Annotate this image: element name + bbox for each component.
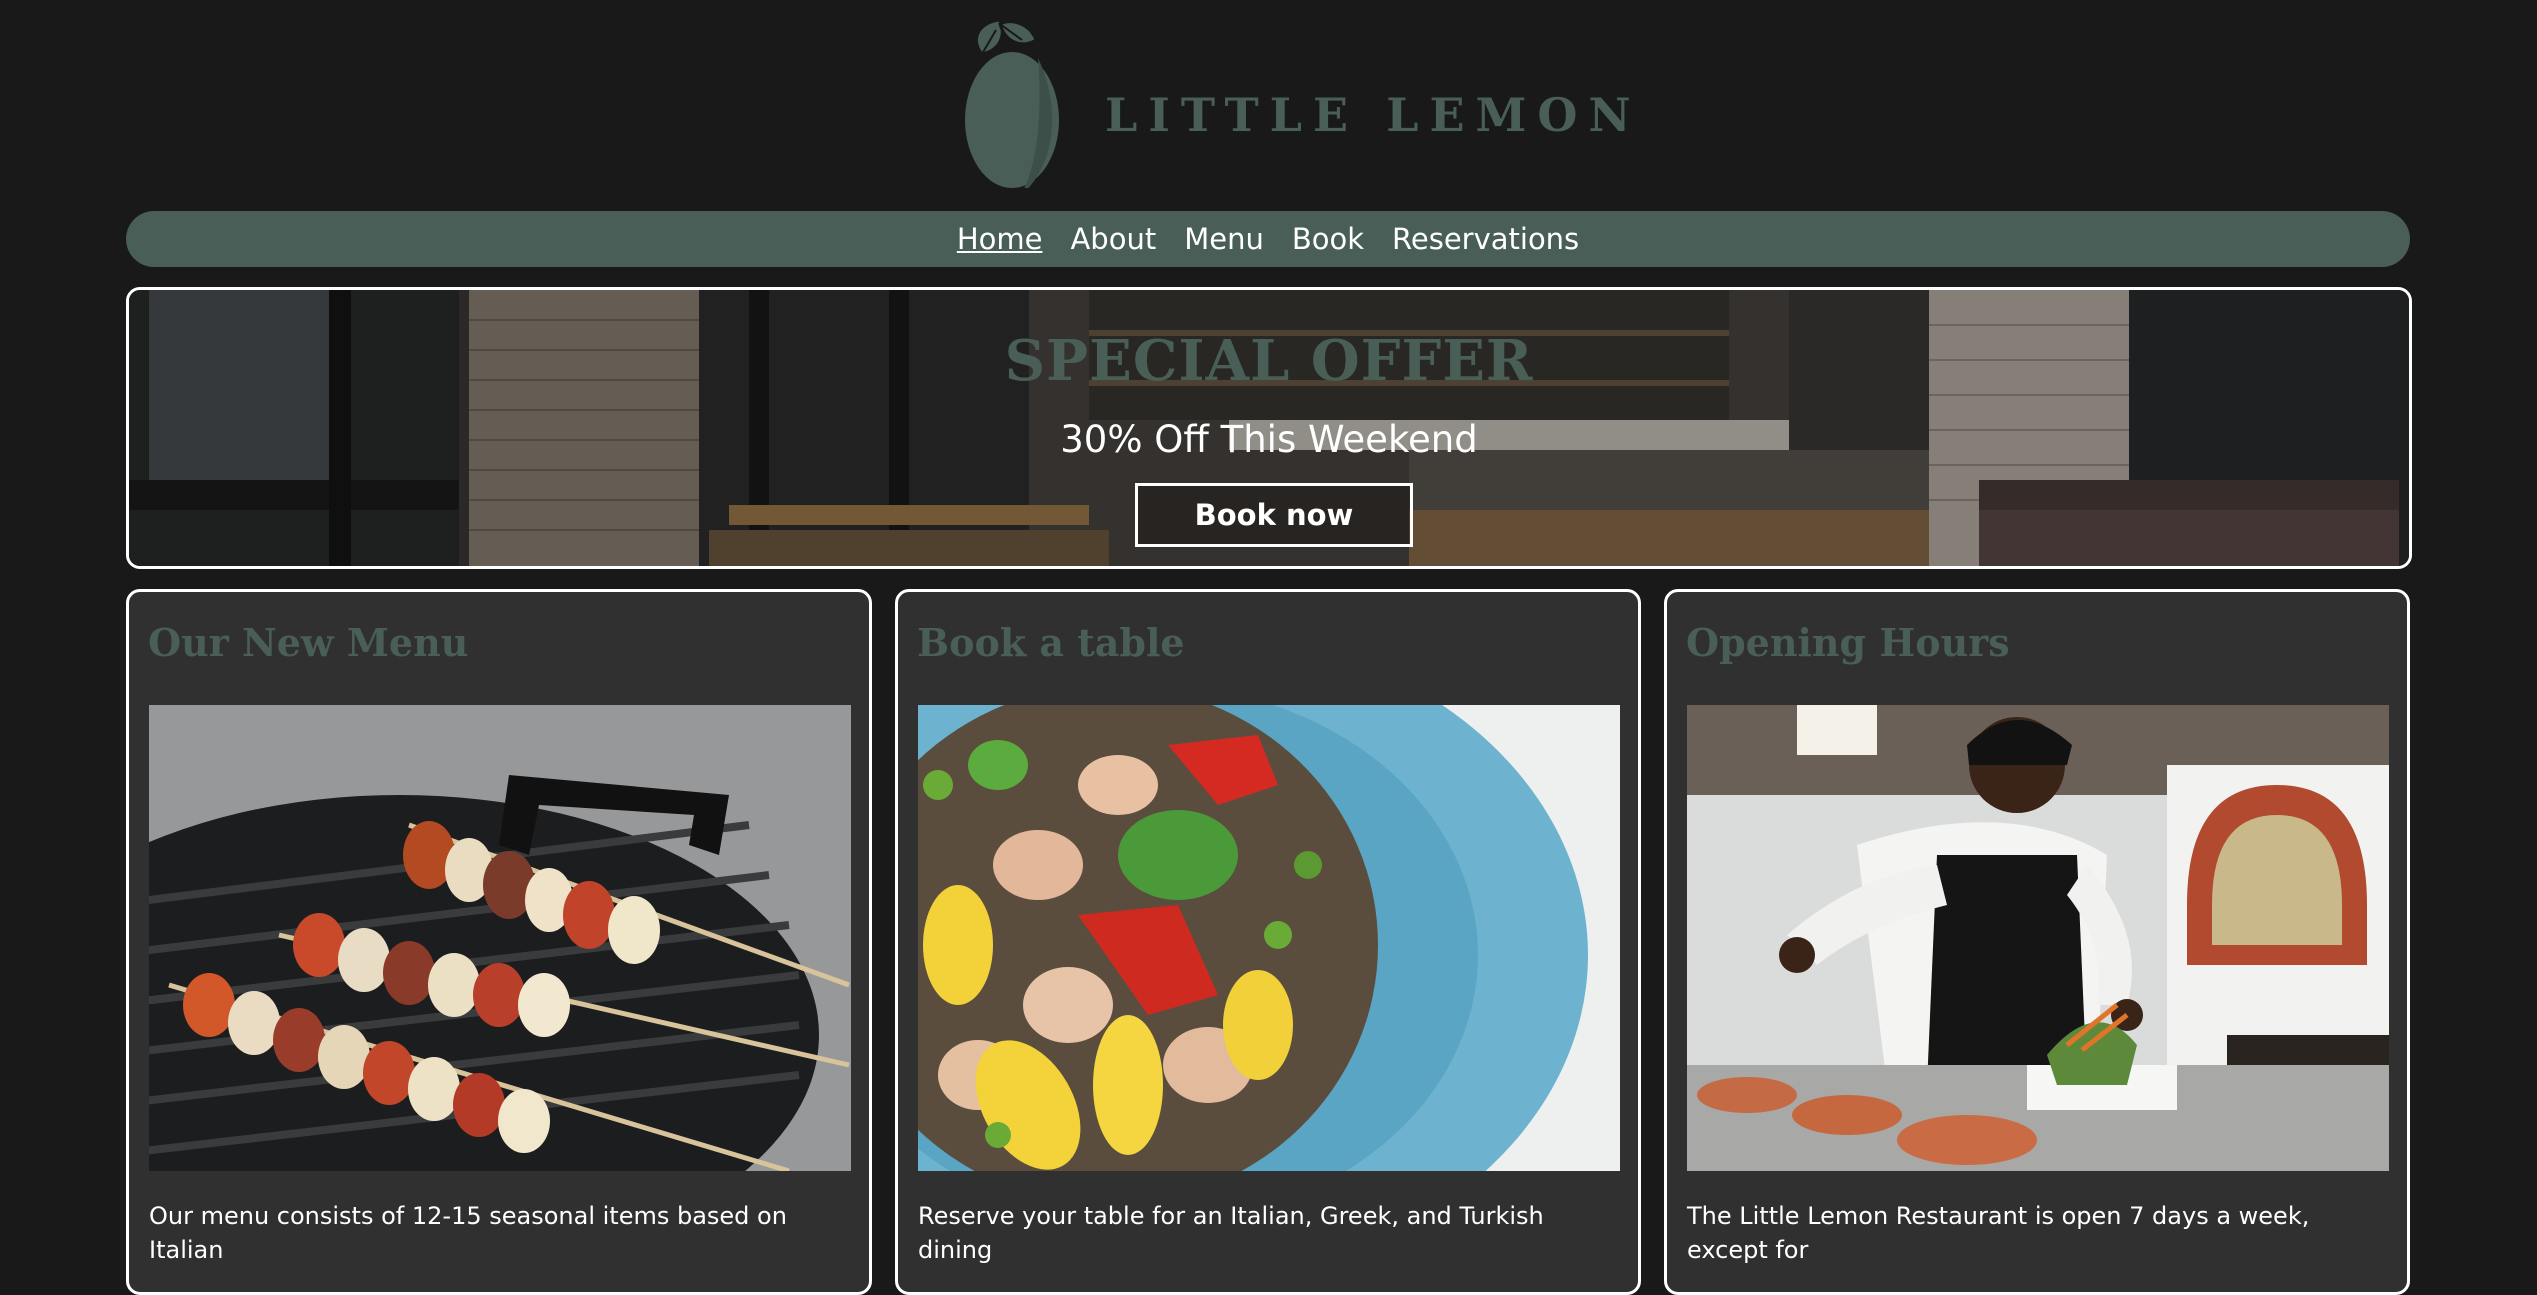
card-opening-hours: Opening Hours The Little Lemon Restauran… xyxy=(1664,589,2410,1295)
lemon-logo-icon xyxy=(965,18,1059,188)
special-offer-banner: SPECIAL OFFER 30% Off This Weekend Book … xyxy=(126,287,2412,569)
card-title: Our New Menu xyxy=(148,620,469,665)
salmon-salad-image xyxy=(918,705,1620,1171)
card-text: Reserve your table for an Italian, Greek… xyxy=(918,1202,1544,1264)
nav-link-home[interactable]: Home xyxy=(957,222,1043,256)
card-book-table: Book a table Reserve your table for an I… xyxy=(895,589,1641,1295)
brand-name: LITTLE LEMON xyxy=(1105,88,1642,142)
chef-plating-image xyxy=(1687,705,2389,1171)
nav-link-menu[interactable]: Menu xyxy=(1184,222,1264,256)
nav-link-reservations[interactable]: Reservations xyxy=(1392,222,1579,256)
book-now-button[interactable]: Book now xyxy=(1135,483,1413,547)
card-title: Opening Hours xyxy=(1686,620,2010,665)
card-title: Book a table xyxy=(917,620,1185,665)
main-nav: Home About Menu Book Reservations xyxy=(126,211,2410,267)
hero-subtitle: 30% Off This Weekend xyxy=(1060,418,1478,461)
card-text: Our menu consists of 12-15 seasonal item… xyxy=(149,1202,787,1264)
nav-link-book[interactable]: Book xyxy=(1292,222,1364,256)
site-logo[interactable]: LITTLE LEMON xyxy=(960,18,1631,188)
hero-title: SPECIAL OFFER xyxy=(1004,328,1534,394)
nav-link-about[interactable]: About xyxy=(1070,222,1156,256)
card-new-menu: Our New Menu Our menu consists of 12-15 … xyxy=(126,589,872,1295)
grilled-skewers-image xyxy=(149,705,851,1171)
card-text: The Little Lemon Restaurant is open 7 da… xyxy=(1687,1202,2310,1264)
